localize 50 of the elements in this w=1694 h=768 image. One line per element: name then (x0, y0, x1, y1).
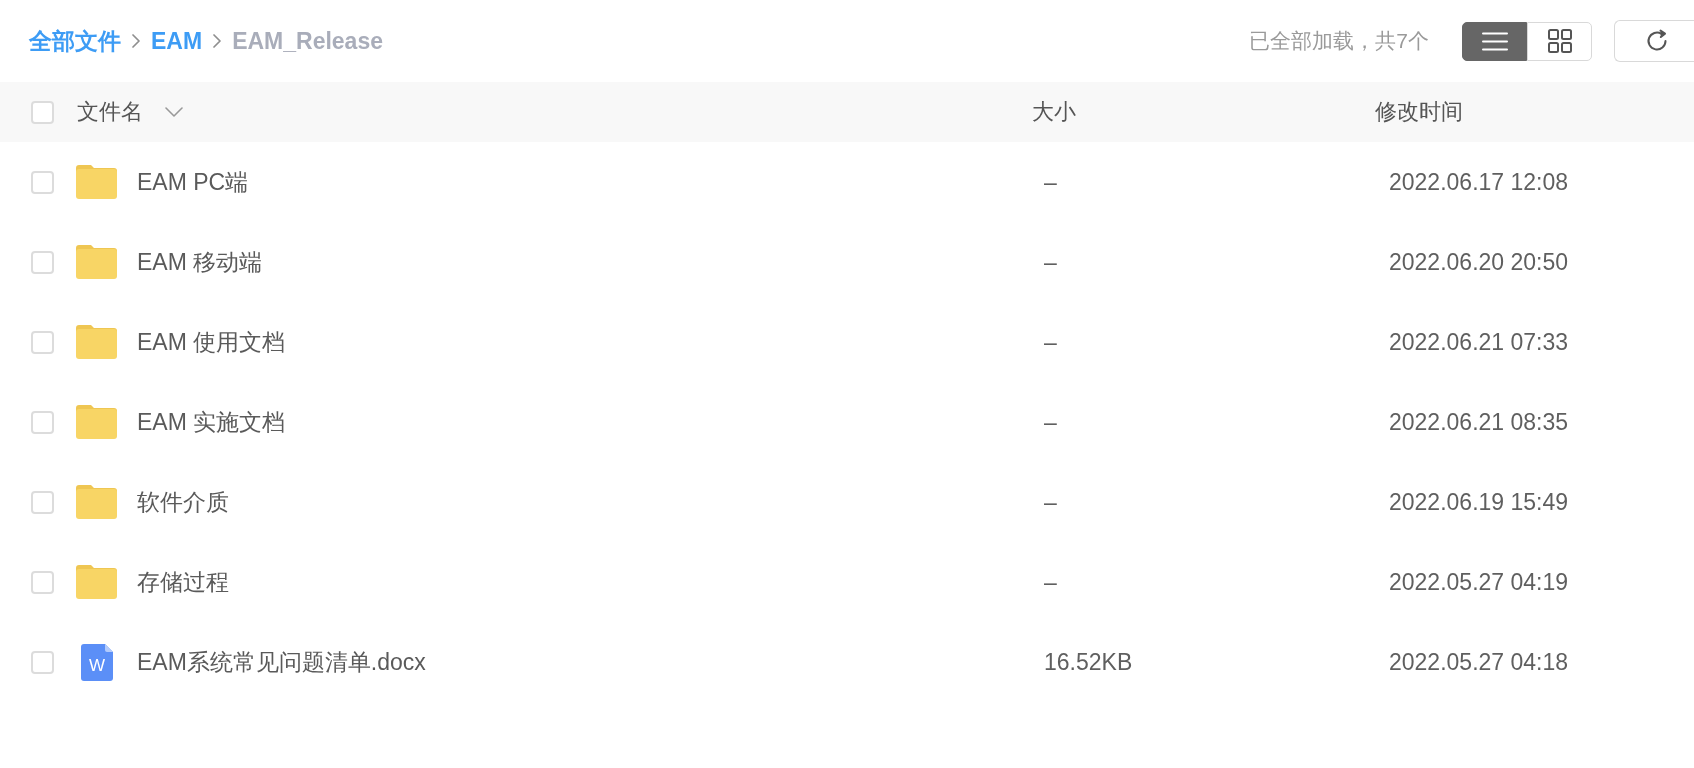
file-name[interactable]: EAM PC端 (137, 166, 249, 198)
folder-icon (76, 565, 117, 599)
file-name[interactable]: EAM 移动端 (137, 246, 263, 278)
chevron-right-icon (132, 34, 140, 48)
checkbox[interactable] (31, 410, 54, 434)
modified-time: 2022.06.21 07:33 (1388, 328, 1569, 356)
refresh-button[interactable] (1614, 20, 1694, 62)
folder-icon (76, 405, 117, 439)
folder-icon (76, 165, 117, 199)
file-name[interactable]: 软件介质 (137, 486, 229, 518)
file-size: – (1043, 248, 1057, 276)
file-size: – (1043, 488, 1057, 516)
checkbox[interactable] (31, 570, 54, 594)
folder-icon (76, 485, 117, 519)
list-icon (1481, 31, 1508, 51)
chevron-right-icon (213, 34, 222, 48)
folder-icon (76, 325, 117, 359)
modified-time: 2022.06.19 15:49 (1388, 488, 1569, 516)
modified-time: 2022.06.21 08:35 (1388, 408, 1569, 436)
grid-icon (1547, 29, 1572, 53)
modified-time: 2022.05.27 04:18 (1388, 648, 1569, 676)
file-name[interactable]: EAM 使用文档 (137, 326, 286, 358)
modified-time: 2022.05.27 04:19 (1388, 568, 1569, 596)
column-header[interactable]: 修改时间 (1375, 97, 1463, 127)
file-size: 16.52KB (1043, 648, 1133, 676)
checkbox[interactable] (31, 490, 54, 514)
folder-icon (76, 245, 117, 279)
checkbox[interactable] (31, 250, 54, 274)
file-size: – (1043, 328, 1057, 356)
list-view-button[interactable] (1462, 21, 1527, 61)
checkbox[interactable] (31, 170, 54, 194)
word-document-icon: W (80, 643, 113, 681)
file-name[interactable]: 存储过程 (137, 566, 229, 598)
refresh-icon (1645, 29, 1669, 53)
checkbox[interactable] (31, 100, 54, 124)
file-size: – (1043, 408, 1057, 436)
modified-time: 2022.06.17 12:08 (1388, 168, 1569, 196)
file-size: – (1043, 568, 1057, 596)
load-status: 已全部加载，共7个 (1249, 28, 1429, 54)
file-name[interactable]: EAM 实施文档 (137, 406, 286, 438)
file-name[interactable]: EAM系统常见问题清单.docx (137, 646, 426, 678)
file-size: – (1043, 168, 1057, 196)
breadcrumb-current: EAM_Release (232, 27, 383, 55)
checkbox[interactable] (31, 330, 54, 354)
checkbox[interactable] (31, 650, 54, 674)
grid-view-button[interactable] (1527, 21, 1592, 61)
column-header[interactable]: 大小 (1032, 97, 1076, 127)
modified-time: 2022.06.20 20:50 (1388, 248, 1569, 276)
caret-down-icon[interactable] (165, 107, 183, 117)
column-header[interactable]: 文件名 (77, 97, 143, 127)
